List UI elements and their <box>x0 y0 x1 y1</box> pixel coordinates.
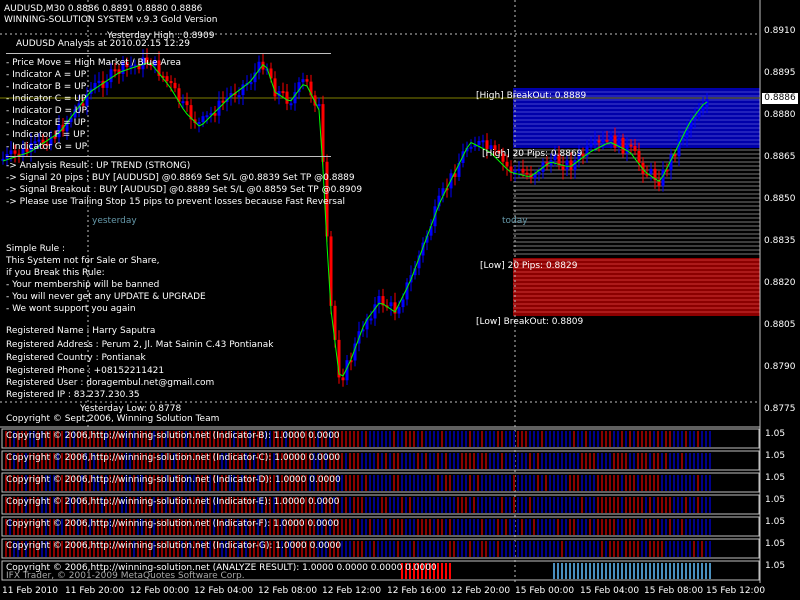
time-tick: 12 Feb 00:00 <box>130 586 190 596</box>
price-tick: 0.8865 <box>764 152 796 162</box>
current-price-tag: 0.8886 <box>762 93 798 104</box>
time-tick: 15 Feb 12:00 <box>706 586 766 596</box>
indicator-f-label: Copyright © 2006,http://winning-solution… <box>6 519 339 529</box>
price-tick: 0.8835 <box>764 236 796 246</box>
registered-user: Registered User : doragembul.net@gmail.c… <box>6 378 215 388</box>
indicator-f-status: - Indicator F = UP <box>6 130 86 140</box>
price-tick: 0.8820 <box>764 278 796 288</box>
indicator-e-status: - Indicator E = UP <box>6 118 86 128</box>
registered-name: Registered Name : Harry Saputra <box>6 326 156 336</box>
low-20-pips-label: [Low] 20 Pips: 0.8829 <box>480 261 578 271</box>
high-breakout-label: [High] BreakOut: 0.8889 <box>476 91 587 101</box>
subpanel-scale: 1.05 <box>765 451 786 461</box>
indicator-e-label: Copyright © 2006,http://winning-solution… <box>6 497 340 507</box>
mid-zone <box>513 149 760 255</box>
price-tick: 0.8775 <box>764 404 796 414</box>
divider <box>6 156 331 157</box>
time-tick: 12 Feb 20:00 <box>451 586 511 596</box>
subpanel-scale: 1.05 <box>765 539 786 549</box>
high-20-pips-label: [High] 20 Pips: 0.8869 <box>482 149 583 159</box>
metaquotes-watermark: IFX Trader, © 2001-2009 MetaQuotes Softw… <box>6 571 245 581</box>
info-panel: AUDUSD Analysis at 2010.02.15 12:29 - Pr… <box>6 38 363 208</box>
price-tick: 0.8850 <box>764 194 796 204</box>
rule-line: - We wont support you again <box>6 304 136 314</box>
time-tick: 15 Feb 08:00 <box>644 586 704 596</box>
divider <box>6 53 331 54</box>
price-tick: 0.8895 <box>764 68 796 78</box>
indicator-a-status: - Indicator A = UP <box>6 70 87 80</box>
yesterday-label: yesterday <box>92 216 137 226</box>
low-breakout-label: [Low] BreakOut: 0.8809 <box>476 317 584 327</box>
price-tick: 0.8805 <box>764 320 796 330</box>
rule-line: if you Break this Rule: <box>6 268 105 278</box>
today-label: today <box>502 216 528 226</box>
copyright-team: Copyright © Sept,2006, Winning Solution … <box>6 414 220 424</box>
rule-line: - Your membership will be banned <box>6 280 160 290</box>
time-tick: 11 Feb 20:00 <box>65 586 125 596</box>
indicator-c-status: - Indicator C = UP <box>6 94 87 104</box>
indicator-b-label: Copyright © 2006,http://winning-solution… <box>6 431 340 441</box>
signal-breakout: -> Signal Breakout : BUY [AUDUSD] @0.888… <box>6 185 363 195</box>
time-tick: 15 Feb 00:00 <box>515 586 575 596</box>
subpanel-scale: 1.05 <box>765 473 786 483</box>
indicator-g-status: - Indicator G = UP <box>6 142 87 152</box>
subpanel-scale: 1.05 <box>765 517 786 527</box>
rule-line: Simple Rule : <box>6 244 66 254</box>
time-tick: 11 Feb 2010 <box>2 586 59 596</box>
rule-line: - You will never get any UPDATE & UPGRAD… <box>6 292 206 302</box>
time-tick: 12 Feb 16:00 <box>387 586 447 596</box>
time-tick: 15 Feb 04:00 <box>580 586 640 596</box>
signal-20-pips: -> Signal 20 pips : BUY [AUDUSD] @0.8869… <box>6 173 355 183</box>
price-tick: 0.8910 <box>764 26 796 36</box>
subpanel-scale: 1.05 <box>765 429 786 439</box>
indicator-b-status: - Indicator B = UP <box>6 82 87 92</box>
indicator-d-label: Copyright © 2006,http://winning-solution… <box>6 475 341 485</box>
rule-line: This System not for Sale or Share, <box>6 256 160 266</box>
analysis-result: -> Analysis Result : UP TREND (STRONG) <box>6 161 191 171</box>
system-title: WINNING-SOLUTION SYSTEM v.9.3 Gold Versi… <box>4 15 218 25</box>
indicator-g-label: Copyright © 2006,http://winning-solution… <box>6 541 342 551</box>
price-tick: 0.8880 <box>764 110 796 120</box>
subpanel-scale: 1.05 <box>765 495 786 505</box>
registered-country: Registered Country : Pontianak <box>6 353 146 363</box>
time-tick: 12 Feb 04:00 <box>194 586 254 596</box>
time-tick: 12 Feb 12:00 <box>322 586 382 596</box>
panel-line: - Price Move = High Market / Blue Area <box>6 58 182 68</box>
price-tick: 0.8790 <box>764 362 796 372</box>
registered-phone: Registered Phone : +08152211421 <box>6 366 165 376</box>
registered-ip: Registered IP : 83.237.230.35 <box>6 390 140 400</box>
registered-address: Registered Address : Perum 2, Jl. Mat Sa… <box>6 340 274 350</box>
indicator-c-label: Copyright © 2006,http://winning-solution… <box>6 453 341 463</box>
trailing-stop-note: -> Please use Trailing Stop 15 pips to p… <box>6 197 345 207</box>
indicator-d-status: - Indicator D = UP <box>6 106 87 116</box>
time-tick: 12 Feb 08:00 <box>258 586 318 596</box>
analysis-time: AUDUSD Analysis at 2010.02.15 12:29 <box>16 39 190 49</box>
subpanel-scale: 1.05 <box>765 561 786 571</box>
